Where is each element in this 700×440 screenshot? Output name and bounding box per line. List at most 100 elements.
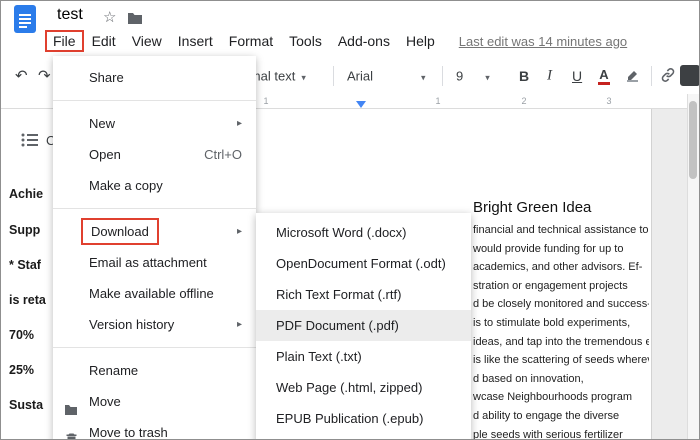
menu-item-label: Move	[89, 394, 121, 409]
google-docs-window: test ☆ File Edit View Insert Format Tool…	[0, 0, 700, 440]
submenu-item-html-zipped[interactable]: Web Page (.html, zipped)	[256, 372, 471, 403]
ruler-number: 1	[263, 96, 269, 106]
menu-item-download[interactable]: Download ▸	[53, 216, 256, 247]
editing-mode-icon[interactable]	[680, 65, 699, 86]
text-color-button[interactable]: A	[598, 67, 610, 85]
last-edit-link[interactable]: Last edit was 14 minutes ago	[459, 34, 627, 49]
submenu-arrow-icon: ▸	[236, 118, 242, 129]
document-heading[interactable]: Bright Green Idea	[473, 199, 591, 216]
menu-item-label: Download	[81, 218, 159, 245]
menu-divider	[53, 208, 256, 209]
document-title-input[interactable]: test	[57, 6, 83, 24]
menu-edit[interactable]: Edit	[84, 30, 124, 52]
menu-item-label: Move to trash	[89, 425, 168, 440]
outline-item[interactable]: Achie	[9, 187, 43, 201]
outline-item[interactable]: Susta	[9, 398, 43, 412]
submenu-arrow-icon: ▸	[236, 319, 242, 330]
font-size-dropdown[interactable]: 9 ▾	[456, 69, 490, 82]
star-icon[interactable]: ☆	[103, 8, 116, 26]
move-folder-icon[interactable]	[127, 11, 143, 29]
underline-button[interactable]: U	[572, 69, 582, 83]
document-text-line[interactable]: stration or engagement projects	[473, 277, 649, 296]
menu-item-label: Rename	[89, 363, 139, 378]
menu-item-move[interactable]: Move	[53, 386, 256, 417]
ruler-number: 1	[435, 96, 441, 106]
menu-addons[interactable]: Add-ons	[330, 30, 398, 52]
menu-view[interactable]: View	[124, 30, 170, 52]
download-submenu: Microsoft Word (.docx) OpenDocument Form…	[256, 213, 471, 439]
submenu-item-odt[interactable]: OpenDocument Format (.odt)	[256, 248, 471, 279]
menu-item-share[interactable]: Share	[53, 62, 256, 93]
document-text-line[interactable]: academics, and other advisors. Ef-	[473, 258, 649, 277]
document-outline-icon[interactable]	[21, 132, 39, 153]
menu-tools[interactable]: Tools	[281, 30, 330, 52]
document-text-line[interactable]: d ability to engage the diverse	[473, 407, 649, 426]
redo-icon[interactable]: ↷	[38, 68, 51, 83]
submenu-item-epub[interactable]: EPUB Publication (.epub)	[256, 403, 471, 434]
toolbar-divider	[442, 66, 443, 86]
submenu-item-rtf[interactable]: Rich Text Format (.rtf)	[256, 279, 471, 310]
file-menu-dropdown: Share New ▸ Open Ctrl+O Make a copy Down…	[53, 56, 256, 440]
toolbar-divider	[651, 66, 652, 86]
font-value: Arial	[347, 68, 374, 83]
google-docs-logo-icon	[14, 5, 36, 38]
outline-item[interactable]: * Staf	[9, 258, 41, 272]
submenu-item-pdf[interactable]: PDF Document (.pdf)	[256, 310, 471, 341]
menu-insert[interactable]: Insert	[170, 30, 221, 52]
menu-item-make-available-offline[interactable]: Make available offline	[53, 278, 256, 309]
document-text-line[interactable]: financial and technical assistance to bu…	[473, 221, 649, 240]
submenu-arrow-icon: ▸	[236, 226, 242, 237]
chevron-down-icon: ▾	[421, 72, 426, 82]
font-size-value: 9	[456, 68, 464, 83]
undo-icon[interactable]: ↶	[15, 68, 28, 83]
text-color-swatch	[598, 81, 610, 85]
document-text-line[interactable]: would provide funding for up to	[473, 240, 649, 259]
submenu-item-txt[interactable]: Plain Text (.txt)	[256, 341, 471, 372]
menu-item-move-to-trash[interactable]: Move to trash	[53, 417, 256, 440]
outline-item[interactable]: 25%	[9, 363, 34, 377]
document-text-line[interactable]: wcase Neighbourhoods program	[473, 388, 649, 407]
submenu-item-docx[interactable]: Microsoft Word (.docx)	[256, 217, 471, 248]
indent-marker[interactable]	[356, 101, 366, 108]
menu-help[interactable]: Help	[398, 30, 443, 52]
insert-link-icon[interactable]	[660, 67, 676, 85]
italic-button[interactable]: I	[547, 68, 552, 83]
document-text-line[interactable]: is to stimulate bold experiments,	[473, 314, 649, 333]
menu-divider	[53, 100, 256, 101]
outline-item[interactable]: 70%	[9, 328, 34, 342]
menu-item-label: Make available offline	[89, 286, 214, 301]
menu-item-label: New	[89, 116, 116, 131]
menu-item-version-history[interactable]: Version history ▸	[53, 309, 256, 340]
trash-icon	[66, 426, 77, 439]
menu-divider	[53, 347, 256, 348]
text-color-letter: A	[599, 66, 609, 82]
highlight-color-icon[interactable]	[625, 67, 641, 85]
document-text-line[interactable]: ideas, and tap into the tremendous energ…	[473, 333, 649, 352]
menu-bar: File Edit View Insert Format Tools Add-o…	[45, 30, 627, 52]
scrollbar-thumb[interactable]	[689, 101, 697, 179]
toolbar-divider	[333, 66, 334, 86]
chevron-down-icon: ▾	[485, 72, 490, 82]
outline-item[interactable]: Supp	[9, 223, 40, 237]
menu-item-make-a-copy[interactable]: Make a copy	[53, 170, 256, 201]
menu-item-label: Version history	[89, 317, 175, 332]
menu-item-label: Open	[89, 147, 121, 162]
menu-item-new[interactable]: New ▸	[53, 108, 256, 139]
ruler-number: 2	[521, 96, 527, 106]
font-dropdown[interactable]: Arial ▾	[347, 69, 426, 82]
menu-item-email-as-attachment[interactable]: Email as attachment	[53, 247, 256, 278]
menu-file[interactable]: File	[45, 30, 84, 52]
document-text-line[interactable]: is like the scattering of seeds wherever…	[473, 351, 649, 370]
page-margin-gap	[651, 109, 688, 439]
document-text-line[interactable]: d based on innovation,	[473, 370, 649, 389]
menu-item-shortcut: Ctrl+O	[204, 147, 242, 162]
bold-button[interactable]: B	[519, 69, 529, 83]
menu-item-open[interactable]: Open Ctrl+O	[53, 139, 256, 170]
menu-format[interactable]: Format	[221, 30, 281, 52]
document-text-line[interactable]: ple seeds with serious fertilizer	[473, 426, 649, 439]
menu-item-rename[interactable]: Rename	[53, 355, 256, 386]
menu-item-label: Email as attachment	[89, 255, 207, 270]
outline-item[interactable]: is reta	[9, 293, 46, 307]
document-text-line[interactable]: d be closely monitored and success-	[473, 295, 649, 314]
document-text-block[interactable]: financial and technical assistance to bu…	[473, 221, 649, 439]
